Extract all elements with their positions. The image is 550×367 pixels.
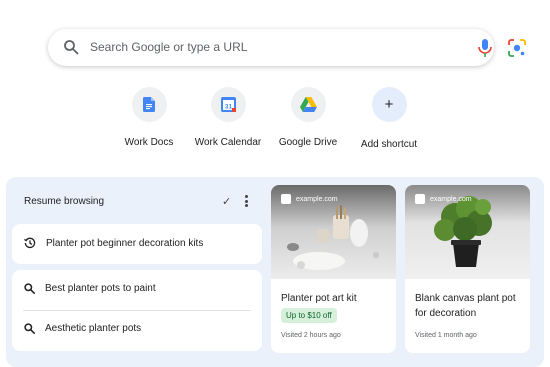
search-icon [24, 323, 35, 334]
check-icon[interactable]: ✓ [222, 195, 231, 208]
list-item-label: Best planter pots to paint [45, 283, 156, 294]
product-title: Planter pot art kit [281, 293, 357, 304]
shortcut-work-docs[interactable]: Work Docs [104, 87, 194, 148]
shortcut-tile [131, 87, 167, 122]
shortcut-tile: + [371, 87, 407, 122]
list-item-label: Planter pot beginner decoration kits [46, 237, 204, 249]
site-chip: example.com [415, 194, 472, 204]
visited-time: Visited 2 hours ago [281, 332, 341, 339]
visited-time: Visited 1 month ago [415, 332, 477, 339]
discount-badge: Up to $10 off [281, 308, 337, 323]
product-card[interactable]: example.com Planter pot art kit Up to $1… [271, 185, 396, 353]
list-item[interactable]: Planter pot beginner decoration kits [24, 237, 203, 249]
search-icon [64, 40, 79, 55]
site-url: example.com [430, 195, 472, 203]
search-icon [24, 283, 35, 294]
plus-icon: + [384, 96, 394, 113]
shortcut-google-drive[interactable]: Google Drive [263, 87, 353, 148]
voice-search-icon[interactable] [476, 38, 494, 58]
site-chip: example.com [281, 194, 338, 204]
add-shortcut-button[interactable]: + Add shortcut [344, 87, 434, 150]
favicon-icon [281, 194, 291, 204]
more-options-icon[interactable] [245, 195, 249, 207]
list-item[interactable]: Best planter pots to paint [24, 283, 156, 294]
product-title: Blank canvas plant pot for decoration [415, 293, 516, 319]
history-icon [24, 237, 36, 249]
lens-icon[interactable] [507, 38, 527, 58]
shortcut-tile [290, 87, 326, 122]
list-item-label: Aesthetic planter pots [45, 323, 142, 334]
resume-browsing-title: Resume browsing [24, 196, 105, 207]
calendar-day-number: 31 [224, 103, 232, 110]
calendar-icon: 31 [220, 97, 236, 112]
product-card[interactable]: example.com Blank canvas plant pot for d… [405, 185, 530, 353]
search-box[interactable]: Search Google or type a URL [48, 29, 526, 66]
shortcut-label: Work Docs [124, 137, 174, 148]
favicon-icon [415, 194, 425, 204]
site-url: example.com [296, 195, 338, 203]
list-item[interactable]: Aesthetic planter pots [24, 323, 141, 334]
shortcut-label: Add shortcut [360, 139, 418, 150]
divider [23, 310, 251, 311]
shortcut-work-calendar[interactable]: 31 Work Calendar [183, 87, 273, 148]
shortcut-tile: 31 [210, 87, 246, 122]
shortcut-label: Google Drive [278, 137, 338, 148]
drive-icon [299, 97, 317, 112]
docs-icon [143, 97, 155, 112]
shortcut-label: Work Calendar [194, 137, 262, 148]
search-input[interactable]: Search Google or type a URL [90, 40, 247, 54]
